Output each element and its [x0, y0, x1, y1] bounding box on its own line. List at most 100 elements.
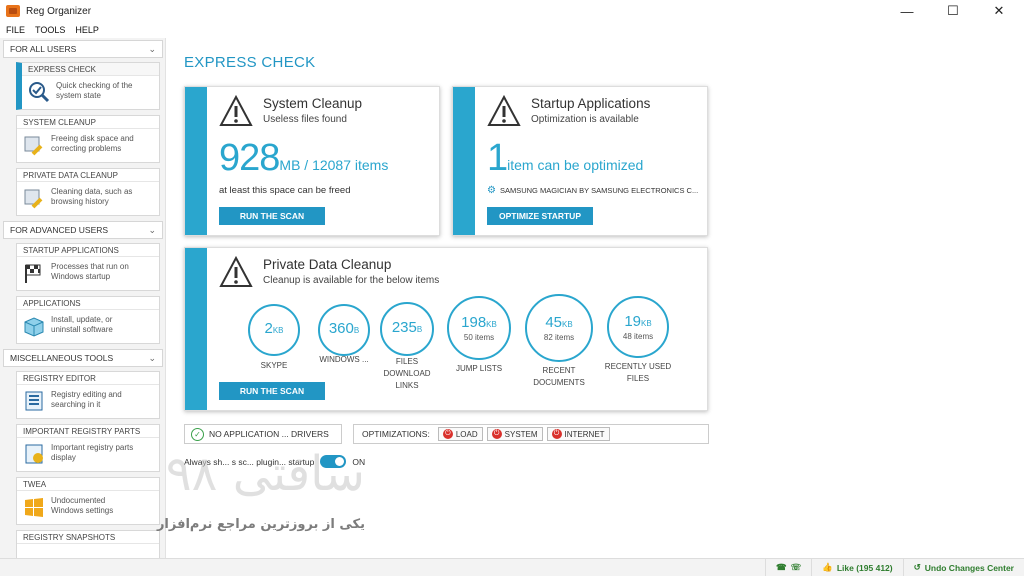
minimize-button[interactable]: — — [884, 0, 930, 22]
count-text: item can be optimized — [507, 157, 644, 173]
sidebar-item-desc: Windows settings — [51, 506, 114, 515]
registry-icon — [25, 391, 43, 411]
sidebar-item-express-check[interactable]: EXPRESS CHECK Quick checking of the syste… — [16, 62, 160, 110]
chevron-down-icon: ⌄ — [148, 224, 156, 235]
section-label: FOR ALL USERS — [10, 44, 77, 54]
box-icon — [24, 317, 44, 337]
optimize-startup-button[interactable]: OPTIMIZE STARTUP — [487, 207, 593, 225]
circle-value: 19 — [624, 312, 641, 330]
warning-icon — [219, 256, 253, 287]
optimizations-bar: OPTIMIZATIONS: ⏻ LOAD ⏻ SYSTEM ⏻ INTERNET — [353, 424, 709, 444]
sidebar-item-private-data-cleanup[interactable]: PRIVATE DATA CLEANUP Cleaning data, such… — [16, 168, 160, 216]
sidebar-item-tweaks[interactable]: TWEA Undocumented Windows settings — [16, 477, 160, 525]
optimization-internet-button[interactable]: ⏻ INTERNET — [546, 427, 610, 441]
startup-toggle[interactable] — [320, 455, 347, 468]
sidebar-item-registry-snapshots[interactable]: REGISTRY SNAPSHOTS — [16, 530, 160, 558]
circle-value: 45 — [545, 313, 562, 331]
privacy-broom-icon — [24, 189, 43, 209]
sidebar-item-desc: correcting problems — [51, 144, 122, 153]
card-stripe — [453, 87, 475, 235]
broom-icon — [24, 136, 43, 156]
circle-unit: KB — [562, 319, 573, 329]
support-icon[interactable]: ☏ — [791, 562, 802, 573]
power-icon: ⏻ — [491, 429, 502, 439]
card-title: Private Data Cleanup — [263, 257, 392, 272]
count-value: 1 — [487, 137, 508, 179]
undo-icon: ↺ — [913, 562, 921, 572]
menu-file[interactable]: FILE — [6, 25, 25, 35]
toggle-state: ON — [352, 456, 366, 467]
like-button[interactable]: 👍 Like (195 412) — [811, 559, 902, 576]
sidebar-item-startup-applications[interactable]: STARTUP APPLICATIONS Processes that run … — [16, 243, 160, 291]
items-count: / 12087 items — [300, 157, 389, 173]
sidebar-item-title: PRIVATE DATA CLEANUP — [17, 169, 159, 182]
app-icon — [6, 5, 20, 17]
sidebar-item-desc: Registry editing and — [51, 390, 122, 399]
card-stripe — [185, 248, 207, 410]
recently-used-files-circle: 19KB 48 items — [607, 296, 669, 358]
cleanup-size: 928MB / 12087 items — [219, 137, 388, 180]
circle-unit: KB — [486, 319, 497, 329]
sidebar-item-desc: system state — [56, 91, 101, 100]
optimization-system-button[interactable]: ⏻ SYSTEM — [486, 427, 543, 441]
sidebar-item-important-registry-parts[interactable]: IMPORTANT REGISTRY PARTS Important regis… — [16, 424, 160, 472]
sidebar-item-desc: Processes that run on — [51, 262, 129, 271]
sidebar-item-desc: Install, update, or — [51, 315, 113, 324]
sidebar-item-title: SYSTEM CLEANUP — [17, 116, 159, 129]
private-data-cleanup-card: Private Data Cleanup Cleanup is availabl… — [184, 247, 708, 411]
startup-flag-icon — [25, 264, 41, 283]
menu-help[interactable]: HELP — [75, 25, 99, 35]
drivers-status-bar[interactable]: ✓ NO APPLICATION ... DRIVERS — [184, 424, 342, 444]
optimization-label: INTERNET — [564, 429, 605, 439]
circle-unit: KB — [641, 318, 652, 328]
undo-changes-button[interactable]: ↺ Undo Changes Center — [902, 559, 1024, 576]
optimization-load-button[interactable]: ⏻ LOAD — [437, 427, 483, 441]
circle-value: 360 — [328, 320, 354, 337]
sidebar-item-desc: display — [51, 453, 76, 462]
download-links-circle: 235B — [380, 302, 434, 356]
skype-circle: 2KB — [248, 304, 300, 356]
card-stripe — [185, 87, 207, 235]
chevron-down-icon: ⌄ — [148, 43, 156, 54]
close-button[interactable]: ✕ — [976, 0, 1022, 22]
sidebar-item-applications[interactable]: APPLICATIONS Install, update, or uninstal… — [16, 296, 160, 344]
run-scan-button[interactable]: RUN THE SCAN — [219, 207, 325, 225]
menu-tools[interactable]: TOOLS — [35, 25, 65, 35]
chat-icon[interactable]: ☎ — [776, 562, 787, 573]
sidebar: FOR ALL USERS ⌄ EXPRESS CHECK Quick check… — [0, 38, 166, 558]
section-for-advanced-users[interactable]: FOR ADVANCED USERS ⌄ — [3, 221, 163, 239]
recent-documents-circle: 45KB 82 items — [525, 294, 593, 362]
run-scan-private-button[interactable]: RUN THE SCAN — [219, 382, 325, 400]
startup-app: ⚙ SAMSUNG MAGICIAN BY SAMSUNG ELECTRONICS… — [487, 185, 698, 196]
circle-value: 198 — [461, 313, 487, 331]
sidebar-item-title: REGISTRY EDITOR — [17, 372, 159, 385]
circle-label: SKYPE — [260, 361, 288, 370]
sidebar-item-desc: Important registry parts — [51, 443, 134, 452]
section-for-all-users[interactable]: FOR ALL USERS ⌄ — [3, 40, 163, 58]
sidebar-item-system-cleanup[interactable]: SYSTEM CLEANUP Freeing disk space and cor… — [16, 115, 160, 163]
sidebar-item-desc: Quick checking of the — [56, 81, 133, 90]
sidebar-item-title: TWEA — [17, 478, 159, 491]
warning-icon — [219, 95, 253, 126]
card-subtitle: Cleanup is available for the below items — [263, 275, 440, 286]
startup-app-name: SAMSUNG MAGICIAN BY SAMSUNG ELECTRONICS … — [499, 186, 699, 195]
section-miscellaneous-tools[interactable]: MISCELLANEOUS TOOLS ⌄ — [3, 349, 163, 367]
maximize-button[interactable]: ☐ — [930, 0, 976, 22]
chevron-down-icon: ⌄ — [148, 352, 156, 363]
circle-unit: KB — [272, 326, 284, 335]
circle-label: RECENTLY USED FILES — [604, 362, 672, 383]
sidebar-item-title: STARTUP APPLICATIONS — [17, 244, 159, 257]
sidebar-item-desc: browsing history — [51, 197, 109, 206]
sidebar-item-registry-editor[interactable]: REGISTRY EDITOR Registry editing and sear… — [16, 371, 160, 419]
undo-label: Undo Changes Center — [924, 562, 1014, 573]
size-value: 928 — [219, 137, 280, 179]
startup-applications-card: Startup Applications Optimization is ava… — [452, 86, 708, 236]
toggle-label: Always sh... s sc... plugin... startup — [184, 456, 315, 467]
optimization-label: SYSTEM — [504, 429, 538, 439]
status-bar: ☎ ☏ 👍 Like (195 412) ↺ Undo Changes Center — [0, 558, 1024, 576]
thumbs-up-icon: 👍 — [822, 562, 833, 572]
sidebar-item-desc: Freeing disk space and — [51, 134, 134, 143]
sidebar-item-desc: Windows startup — [51, 272, 111, 281]
card-subtitle: Optimization is available — [531, 114, 639, 125]
section-label: FOR ADVANCED USERS — [10, 225, 109, 235]
